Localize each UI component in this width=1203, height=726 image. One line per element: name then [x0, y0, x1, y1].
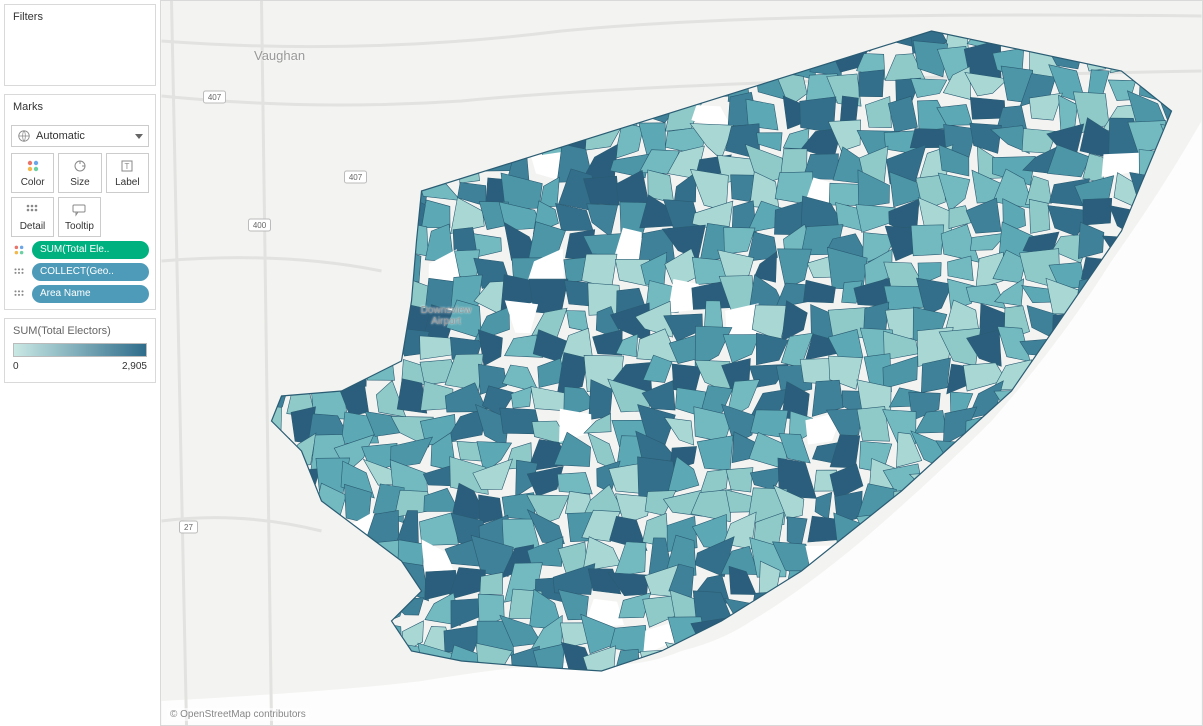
choropleth-region[interactable] — [970, 97, 1005, 119]
detail-button[interactable]: Detail — [11, 197, 54, 237]
tooltip-icon — [71, 202, 87, 218]
svg-text:407: 407 — [208, 93, 222, 102]
mark-type-value: Automatic — [36, 130, 130, 142]
svg-text:T: T — [125, 162, 130, 171]
color-label: Color — [21, 177, 45, 188]
pill-row-1: COLLECT(Geo.. — [11, 263, 149, 281]
sidebar: Filters Marks Automatic — [0, 0, 160, 726]
map-attribution: © OpenStreetMap contributors — [167, 708, 309, 721]
legend-panel: SUM(Total Electors) 0 2,905 — [4, 318, 156, 383]
choropleth-region[interactable] — [911, 225, 944, 256]
legend-gradient — [13, 343, 147, 357]
choropleth-region[interactable] — [1029, 199, 1050, 233]
choropleth-region[interactable] — [751, 410, 788, 438]
color-icon — [25, 158, 41, 174]
choropleth-region[interactable] — [921, 358, 950, 393]
choropleth-region[interactable] — [859, 70, 884, 97]
label-button[interactable]: T Label — [106, 153, 149, 193]
svg-text:400: 400 — [253, 221, 267, 230]
marks-panel: Marks Automatic Color — [4, 94, 156, 310]
pill-collect-geo[interactable]: COLLECT(Geo.. — [32, 263, 149, 281]
detail-icon — [24, 202, 40, 218]
legend-title: SUM(Total Electors) — [13, 325, 147, 337]
pill-sum-total-electors[interactable]: SUM(Total Ele.. — [32, 241, 149, 259]
choropleth-region[interactable] — [800, 97, 836, 133]
chevron-down-icon — [135, 134, 143, 139]
svg-text:407: 407 — [349, 173, 363, 182]
filters-panel: Filters — [4, 4, 156, 86]
globe-icon — [17, 129, 31, 143]
svg-text:27: 27 — [184, 523, 193, 532]
pill-row-2: Area Name — [11, 285, 149, 303]
size-button[interactable]: Size — [58, 153, 101, 193]
tooltip-label: Tooltip — [65, 221, 94, 232]
legend-max: 2,905 — [122, 361, 147, 372]
choropleth-map[interactable]: 407 407 400 27 — [161, 1, 1202, 725]
marks-title: Marks — [5, 95, 155, 119]
pill-row-0: SUM(Total Ele.. — [11, 241, 149, 259]
mark-type-dropdown[interactable]: Automatic — [11, 125, 149, 147]
label-btn-label: Label — [115, 177, 139, 188]
size-label: Size — [70, 177, 89, 188]
tooltip-button[interactable]: Tooltip — [58, 197, 101, 237]
color-icon — [11, 242, 27, 258]
map-viewport[interactable]: 407 407 400 27 Vaughan Downsview Airport… — [160, 0, 1203, 726]
detail-label: Detail — [20, 221, 46, 232]
pill-area-name[interactable]: Area Name — [32, 285, 149, 303]
legend-min: 0 — [13, 361, 19, 372]
size-icon — [72, 158, 88, 174]
choropleth-region[interactable] — [1083, 198, 1112, 225]
filters-title: Filters — [5, 5, 155, 29]
label-icon: T — [119, 158, 135, 174]
detail-icon — [11, 286, 27, 302]
detail-icon — [11, 264, 27, 280]
color-button[interactable]: Color — [11, 153, 54, 193]
